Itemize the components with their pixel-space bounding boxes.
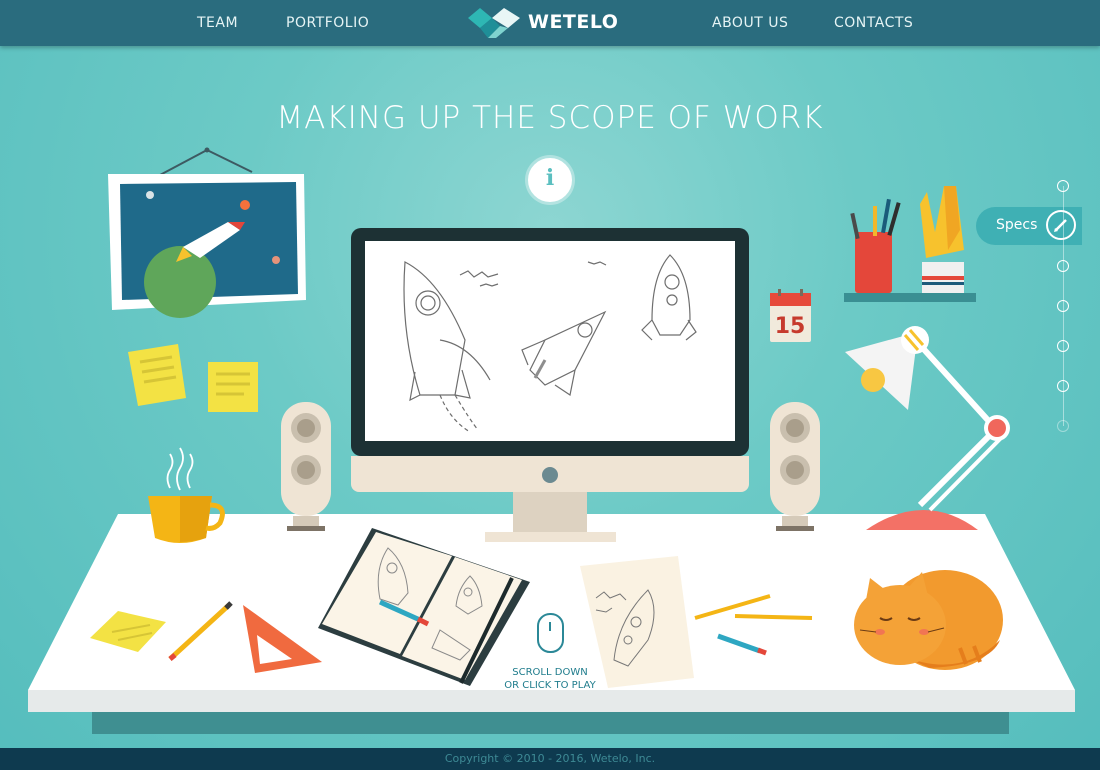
top-navigation: TEAM PORTFOLIO WETELO ABOUT US CONTACTS [0,0,1100,46]
specs-label: Specs [996,217,1038,233]
section-dot-7[interactable] [1057,420,1069,432]
specs-tab[interactable]: Specs [976,207,1082,245]
scroll-hint-line1: SCROLL DOWN [512,667,588,678]
sleeping-cat [854,570,1003,670]
nav-portfolio-link[interactable]: PORTFOLIO [286,15,369,31]
coffee-cup [148,447,225,543]
nav-contacts-link[interactable]: CONTACTS [834,15,913,31]
logo-text: WETELO [528,11,619,33]
copyright-text: Copyright © 2010 - 2016, Wetelo, Inc. [444,752,656,765]
section-dot-1[interactable] [1057,180,1069,192]
section-dot-6[interactable] [1057,380,1069,392]
scroll-hint[interactable]: SCROLL DOWN OR CLICK TO PLAY [480,666,620,692]
footer: Copyright © 2010 - 2016, Wetelo, Inc. [0,748,1100,770]
workspace-illustration[interactable]: 15 [0,0,1100,770]
nav-team-link[interactable]: TEAM [197,15,238,31]
section-dot-5[interactable] [1057,340,1069,352]
wall-shelf [844,186,976,302]
desk-lamp [845,326,1010,530]
left-speaker [281,402,331,531]
wetelo-logo-icon [468,8,520,38]
section-dot-3[interactable] [1057,260,1069,272]
nav-about-us-link[interactable]: ABOUT US [712,15,788,31]
pencil-icon [1046,210,1076,240]
scroll-hint-line2: OR CLICK TO PLAY [504,680,596,691]
computer-monitor [351,228,749,542]
calendar-day: 15 [775,314,806,339]
section-dot-4[interactable] [1057,300,1069,312]
sticky-notes-wall [128,344,258,412]
right-speaker [770,402,820,531]
wetelo-logo[interactable]: WETELO [466,6,619,40]
desk-calendar: 15 [770,289,811,342]
space-picture-frame [108,147,306,318]
